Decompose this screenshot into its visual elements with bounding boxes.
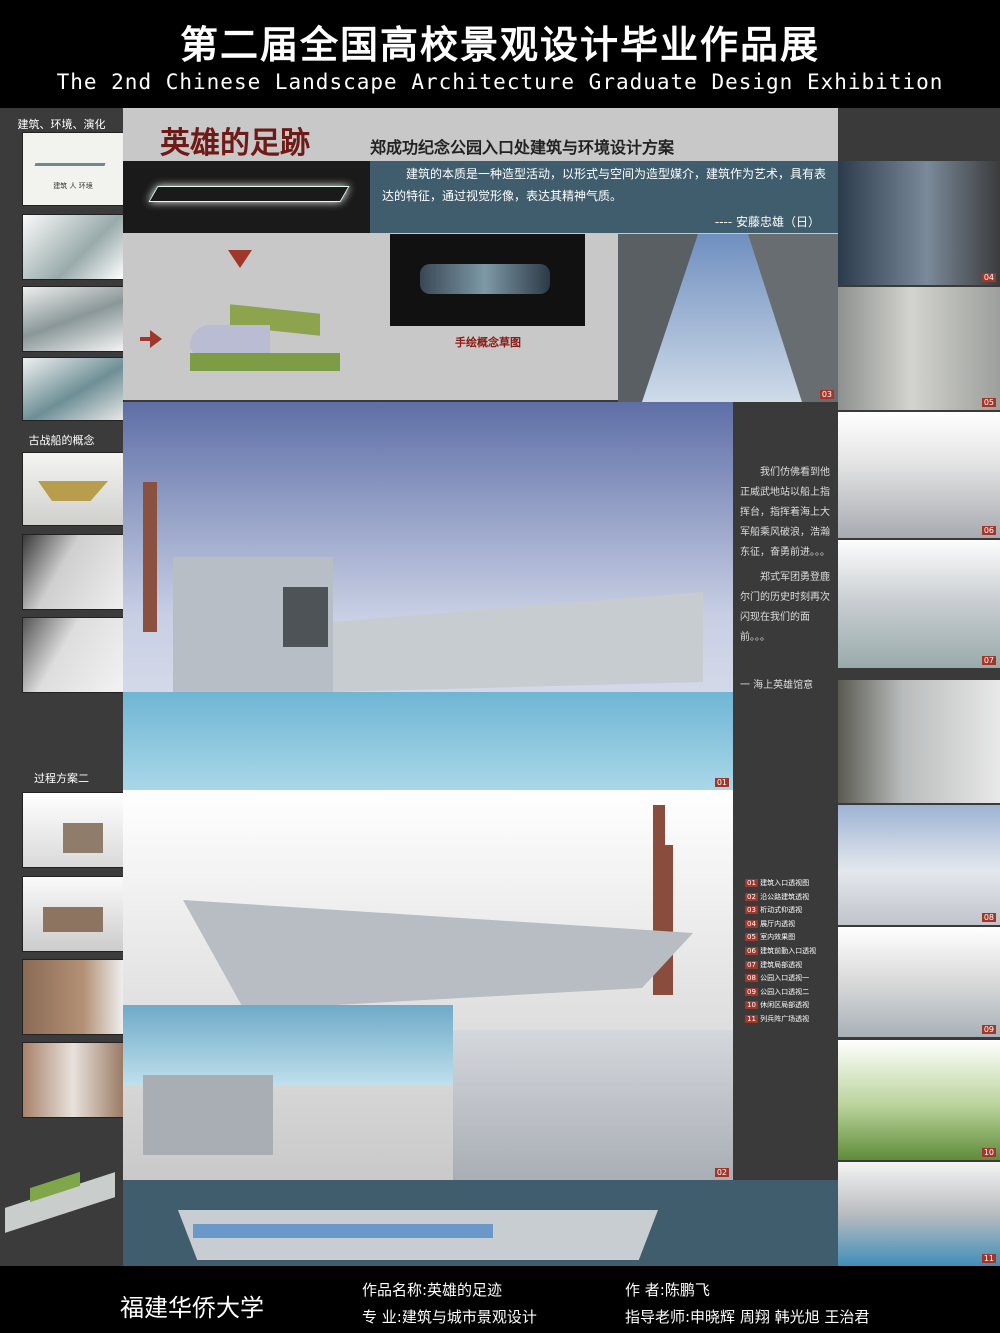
legend-text: 建筑入口透视图 — [760, 879, 810, 887]
sidebar-section-evolution: 建筑、环境、演化 — [17, 118, 106, 131]
image-number-11: 11 — [981, 1254, 996, 1263]
sidebar-section-process: 过程方案二 — [34, 772, 89, 785]
legend-text: 列兵阵广场透视 — [760, 1014, 810, 1023]
process-thumb-1 — [22, 792, 124, 868]
legend-text: 建筑局部透视 — [760, 960, 803, 969]
legend-text: 析动式仰透视 — [760, 906, 803, 915]
upward-sky-render: 03 — [618, 234, 838, 402]
main-entrance-render: 01 — [123, 402, 733, 790]
quote-author: ---- 安藤忠雄（日） — [714, 215, 820, 229]
image-number-08: 08 — [981, 913, 996, 922]
legend-item: 03 析动式仰透视 — [745, 905, 837, 919]
legend-num: 06 — [745, 946, 758, 955]
legend-item: 08 公园入口透视一 — [745, 973, 837, 987]
arrow-right-icon — [140, 330, 162, 348]
building-partial-render: 07 — [838, 540, 1000, 668]
legend-item: 09 公园入口透视二 — [745, 987, 837, 1001]
evolution-thumb-text: 建筑 人 环境 — [53, 182, 93, 190]
legend-num: 01 — [745, 879, 758, 887]
evolution-thumb-1: 建筑 人 环境 — [22, 132, 124, 206]
legend-num: 05 — [745, 933, 758, 942]
image-number-04: 04 — [981, 273, 996, 282]
sidebar-section-ship: 古战船的概念 — [28, 434, 95, 447]
legend-item: 07 建筑局部透视 — [745, 960, 837, 974]
image-number-09: 09 — [981, 1025, 996, 1034]
legend-item: 04 展厅内透视 — [745, 919, 837, 933]
legend-text: 建筑前勤入口透视 — [760, 946, 817, 955]
image-number-07: 07 — [981, 656, 996, 665]
legend-text: 休闲区局部透视 — [760, 1001, 810, 1010]
interior-render: 05 — [838, 287, 1000, 410]
poem-paragraph-2: 郑式军团勇登鹿尔门的历史时刻再次闪现在我们的面前。。。 — [740, 572, 830, 643]
staircase-render — [838, 680, 1000, 803]
legend-text: 沿公路建筑透视 — [760, 892, 810, 901]
author-name: 作 者:陈鹏飞 — [625, 1281, 710, 1299]
image-number-01: 01 — [714, 778, 729, 787]
legend-item: 01 建筑入口透视图 — [745, 878, 837, 892]
concept-diagram — [170, 295, 375, 380]
evolution-thumb-4 — [22, 357, 124, 421]
soldier-square-render: 11 — [838, 1162, 1000, 1266]
image-number-06: 06 — [981, 526, 996, 535]
image-number-03: 03 — [819, 390, 834, 399]
rear-entrance-render: 06 — [838, 412, 1000, 538]
poem-signature: 一 海上英雄馆意 — [740, 680, 814, 691]
legend-num: 02 — [745, 892, 758, 901]
legend-num: 08 — [745, 974, 758, 983]
paper-boat-thumb-3 — [22, 617, 124, 693]
night-render-image — [123, 161, 370, 233]
exhibition-title-cn: 第二届全国高校景观设计毕业作品展 — [179, 23, 820, 67]
legend-item: 10 休闲区局部透视 — [745, 1000, 837, 1014]
hand-sketch-image — [390, 234, 585, 326]
legend-text: 展厅内透视 — [760, 919, 796, 928]
project-logo-title: 英雄的足跡 — [160, 126, 310, 161]
legend-num: 04 — [745, 919, 758, 928]
legend-text: 公园入口透视一 — [760, 974, 810, 983]
legend-num: 07 — [745, 960, 758, 969]
roadside-building-render: 02 — [123, 790, 733, 1180]
image-number-10: 10 — [981, 1148, 996, 1157]
major-name: 专 业:建筑与城市景观设计 — [362, 1308, 537, 1326]
legend-item: 06 建筑前勤入口透视 — [745, 946, 837, 960]
sketch-caption: 手绘概念草图 — [455, 336, 521, 349]
elevation-strip — [123, 1180, 838, 1266]
image-number-02: 02 — [714, 1168, 729, 1177]
evolution-thumb-3 — [22, 286, 124, 352]
ando-quote: 建筑的本质是一种造型活动，以形式与空间为造型媒介，建筑作为艺术，具有表达的特征，… — [382, 167, 827, 203]
park-entrance-render-1: 08 — [838, 805, 1000, 925]
advisor-names: 指导老师:申晓辉 周翔 韩光旭 王治君 — [625, 1308, 870, 1326]
arrow-down-icon — [228, 250, 252, 268]
image-legend-list: 01 建筑入口透视图 02 沿公路建筑透视 03 析动式仰透视 04 展厅内透视… — [745, 878, 837, 1028]
leisure-area-render: 10 — [838, 1040, 1000, 1160]
legend-item: 05 室内效果图 — [745, 932, 837, 946]
park-entrance-render-2: 09 — [838, 927, 1000, 1037]
legend-item: 02 沿公路建筑透视 — [745, 892, 837, 906]
legend-item: 11 列兵阵广场透视 — [745, 1014, 837, 1028]
poem-paragraph-1: 我们仿佛看到他正威武地站以船上指挥台，指挥着海上大军船乘风破浪，浩瀚东征，奋勇前… — [740, 467, 830, 558]
image-number-05: 05 — [981, 398, 996, 407]
paper-boat-thumb-1 — [22, 452, 124, 526]
work-name: 作品名称:英雄的足迹 — [362, 1281, 503, 1299]
evolution-thumb-2 — [22, 214, 124, 280]
project-title: 郑成功纪念公园入口处建筑与环境设计方案 — [370, 138, 675, 157]
legend-num: 09 — [745, 987, 758, 996]
legend-num: 10 — [745, 1001, 758, 1010]
process-thumb-3 — [22, 959, 124, 1035]
process-thumb-2 — [22, 876, 124, 952]
legend-num: 03 — [745, 906, 758, 915]
exhibition-hall-interior: 04 — [838, 161, 1000, 285]
school-name: 福建华侨大学 — [120, 1294, 264, 1322]
legend-text: 公园入口透视二 — [760, 987, 810, 996]
exhibition-title-en: The 2nd Chinese Landscape Architecture G… — [56, 70, 944, 94]
site-model-thumb — [5, 1170, 120, 1240]
paper-boat-thumb-2 — [22, 534, 124, 610]
process-thumb-4 — [22, 1042, 124, 1118]
legend-text: 室内效果图 — [760, 933, 796, 942]
legend-num: 11 — [745, 1014, 758, 1023]
